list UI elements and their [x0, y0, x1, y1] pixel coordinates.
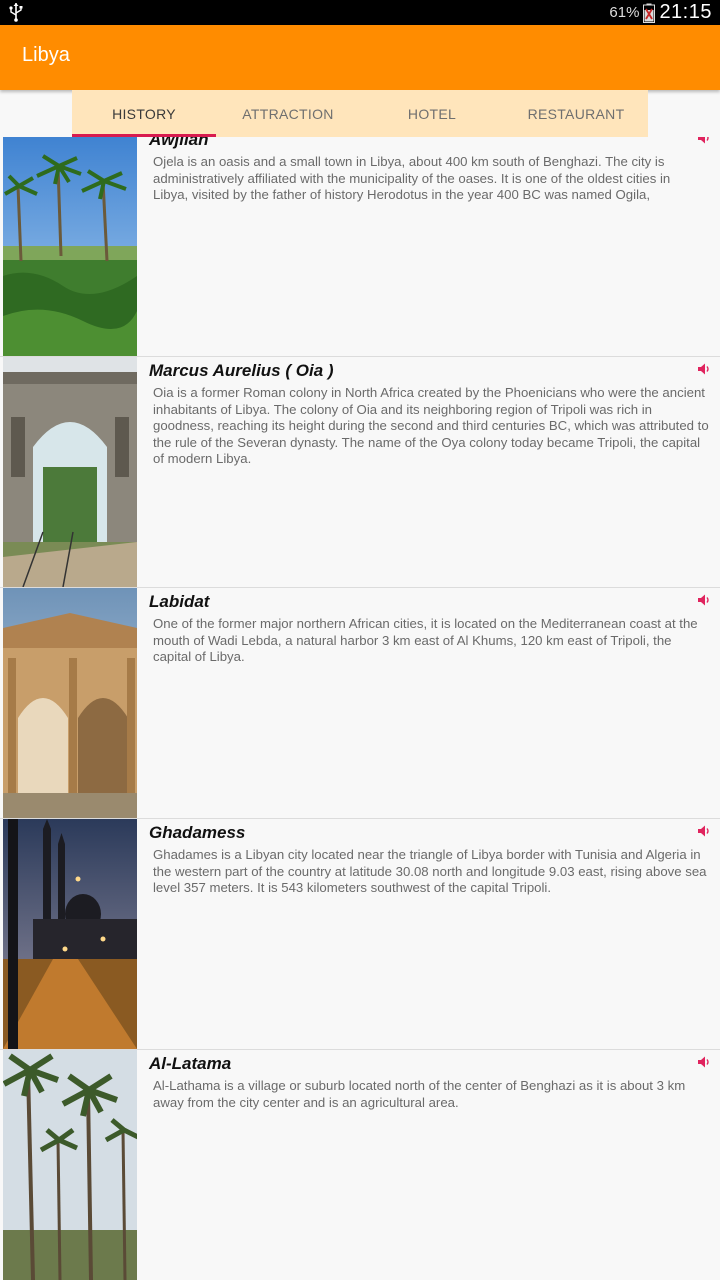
place-description: Oia is a former Roman colony in North Af…: [153, 385, 709, 466]
tab-attraction[interactable]: ATTRACTION: [216, 90, 360, 137]
speaker-icon[interactable]: [697, 137, 711, 145]
list-item[interactable]: Labidat One of the former major northern…: [0, 588, 720, 819]
place-description: One of the former major northern African…: [153, 616, 698, 664]
place-name: Al-Latama: [149, 1054, 232, 1073]
places-list[interactable]: Awjilah Ojela is an oasis and a small to…: [0, 137, 720, 1280]
tab-history[interactable]: HISTORY: [72, 90, 216, 137]
list-item[interactable]: Marcus Aurelius ( Oia ) Oia is a former …: [0, 357, 720, 588]
list-item[interactable]: Al-Latama Al-Lathama is a village or sub…: [0, 1050, 720, 1280]
speaker-icon[interactable]: [697, 593, 711, 607]
battery-percent: 61%: [609, 4, 640, 21]
place-name: Marcus Aurelius ( Oia ): [149, 361, 334, 380]
place-image: [3, 819, 137, 1049]
tab-hotel[interactable]: HOTEL: [360, 90, 504, 137]
place-description: Ojela is an oasis and a small town in Li…: [153, 154, 671, 202]
app-bar: Libya: [0, 25, 720, 90]
usb-icon: [9, 3, 23, 22]
speaker-icon[interactable]: [697, 824, 711, 838]
list-item[interactable]: Awjilah Ojela is an oasis and a small to…: [0, 137, 720, 357]
place-image: [3, 588, 137, 818]
status-bar: 61% 21:15: [0, 0, 720, 25]
place-image: [3, 1050, 137, 1280]
place-name: Awjilah: [149, 137, 209, 149]
battery-icon: [643, 3, 656, 23]
place-image: [3, 137, 137, 356]
app-title: Libya: [22, 44, 70, 66]
list-item[interactable]: Ghadamess Ghadames is a Libyan city loca…: [0, 819, 720, 1050]
place-name: Labidat: [149, 592, 210, 611]
tab-bar: HISTORY ATTRACTION HOTEL RESTAURANT: [72, 90, 648, 137]
speaker-icon[interactable]: [697, 1055, 711, 1069]
clock: 21:15: [659, 1, 712, 23]
place-image: [3, 357, 137, 587]
place-description: Al-Lathama is a village or suburb locate…: [153, 1078, 686, 1110]
tab-restaurant[interactable]: RESTAURANT: [504, 90, 648, 137]
place-name: Ghadamess: [149, 823, 246, 842]
place-description: Ghadames is a Libyan city located near t…: [153, 847, 707, 895]
speaker-icon[interactable]: [697, 362, 711, 376]
